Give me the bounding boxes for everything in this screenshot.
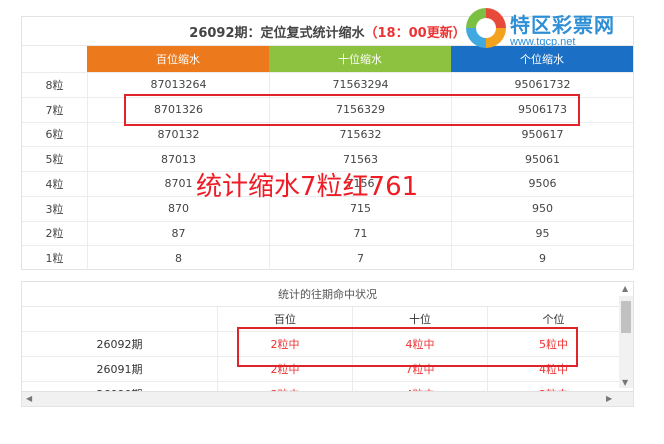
header-hundreds: 百位缩水 — [87, 46, 269, 72]
cell-hundreds: 87013264 — [88, 73, 270, 97]
cell-units: 950 — [532, 202, 553, 216]
scroll-down-icon[interactable]: ▼ — [622, 378, 628, 387]
history-row: 26092期 2粒中 4粒中 5粒中 — [22, 332, 633, 357]
title-main: 26092期：定位复式统计缩水 — [189, 25, 365, 41]
history-hit-tens: 4粒中 — [353, 332, 488, 356]
vertical-scroll-thumb[interactable] — [621, 301, 631, 333]
scroll-up-icon[interactable]: ▲ — [622, 284, 628, 293]
table-row: 2粒 87 71 95 — [22, 220, 633, 246]
header-corner — [22, 46, 87, 72]
history-title: 统计的往期命中状况 — [22, 282, 633, 307]
cell-hundreds: 8 — [88, 246, 270, 270]
table-row: 7粒 8701326 7156329 9506173 — [22, 96, 633, 122]
cell-units: 95 — [535, 226, 550, 240]
history-hit-tens: 7粒中 — [353, 357, 488, 381]
history-period: 26092期 — [22, 332, 218, 356]
cell-hundreds: 87 — [88, 221, 270, 246]
row-label: 3粒 — [22, 196, 88, 221]
row-label: 1粒 — [22, 246, 88, 270]
history-header-tens: 十位 — [353, 307, 488, 331]
overlay-annotation: 统计缩水7粒红761 — [196, 172, 419, 202]
cell-tens: 71563294 — [270, 73, 452, 97]
column-headers: 百位缩水 十位缩水 个位缩水 — [22, 46, 633, 72]
history-header-units: 个位 — [542, 313, 565, 326]
table-row: 1粒 8 7 9 — [22, 245, 633, 270]
header-units: 个位缩水 — [451, 46, 633, 72]
vertical-scrollbar[interactable]: ▲ ▼ — [619, 284, 633, 388]
history-row: 26091期 2粒中 7粒中 4粒中 — [22, 357, 633, 382]
title-update-time: （18：00更新） — [364, 25, 466, 41]
header-tens: 十位缩水 — [269, 46, 451, 72]
history-header-period — [22, 307, 218, 331]
history-hit-hundreds: 2粒中 — [218, 332, 353, 356]
cell-units: 9 — [539, 251, 546, 265]
shrink-table-panel: 26092期：定位复式统计缩水 （18：00更新） 百位缩水 十位缩水 个位缩水 … — [21, 16, 634, 270]
history-hit-units: 4粒中 — [539, 363, 568, 376]
site-logo[interactable]: 特区彩票网 www.tqcp.net — [466, 8, 615, 48]
row-label: 6粒 — [22, 122, 88, 147]
scroll-left-icon[interactable]: ◀ — [26, 394, 32, 403]
cell-tens: 71 — [270, 221, 452, 246]
row-label: 5粒 — [22, 147, 88, 171]
history-panel: 统计的往期命中状况 百位 十位 个位 26092期 2粒中 4粒中 5粒中 26… — [21, 281, 634, 407]
table-row: 6粒 870132 715632 950617 — [22, 121, 633, 147]
logo-name: 特区彩票网 — [510, 12, 615, 37]
row-label: 2粒 — [22, 221, 88, 246]
history-period: 26091期 — [22, 357, 218, 381]
row-label: 4粒 — [22, 172, 88, 196]
row-label: 7粒 — [22, 97, 88, 122]
history-header-hundreds: 百位 — [218, 307, 353, 331]
cell-hundreds: 8701326 — [88, 97, 270, 122]
cell-units: 9506173 — [518, 103, 567, 117]
history-hit-hundreds: 2粒中 — [218, 357, 353, 381]
logo-swirl-icon — [466, 8, 506, 48]
table-row: 8粒 87013264 71563294 95061732 — [22, 72, 633, 97]
cell-hundreds: 870132 — [88, 122, 270, 147]
horizontal-scrollbar[interactable]: ◀ ▶ — [22, 391, 633, 406]
cell-tens: 7 — [270, 246, 452, 270]
cell-tens: 715632 — [270, 122, 452, 147]
cell-units: 9506 — [528, 177, 557, 191]
cell-units: 950617 — [521, 127, 564, 141]
row-label: 8粒 — [22, 73, 88, 97]
history-header-row: 百位 十位 个位 — [22, 307, 633, 332]
cell-units: 95061732 — [514, 78, 571, 92]
scroll-right-icon[interactable]: ▶ — [606, 394, 612, 403]
cell-tens: 7156329 — [270, 97, 452, 122]
cell-units: 95061 — [525, 152, 560, 166]
history-hit-units: 5粒中 — [539, 338, 568, 351]
